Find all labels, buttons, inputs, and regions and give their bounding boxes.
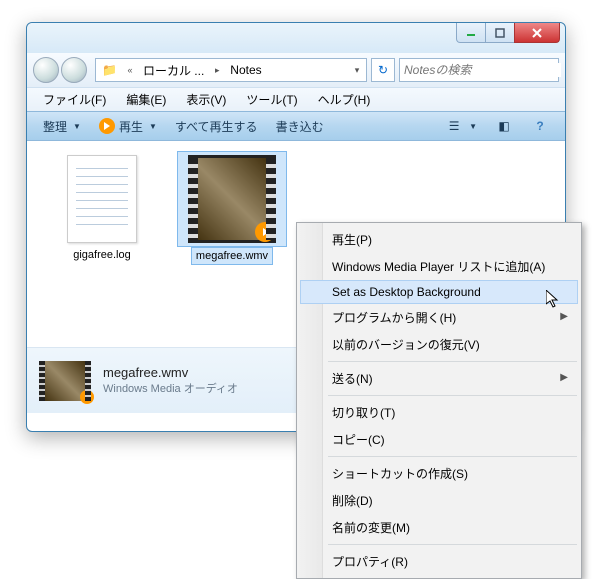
cm-delete[interactable]: 削除(D) bbox=[300, 487, 578, 514]
chevron-down-icon: ▼ bbox=[149, 122, 157, 131]
menu-edit[interactable]: 編集(E) bbox=[118, 89, 174, 110]
chevron-down-icon: ▼ bbox=[469, 122, 477, 131]
text-file-icon bbox=[67, 155, 137, 243]
help-button[interactable]: ? bbox=[523, 115, 557, 137]
title-bar[interactable] bbox=[27, 23, 565, 53]
cm-properties[interactable]: プロパティ(R) bbox=[300, 548, 578, 575]
context-menu: 再生(P) Windows Media Player リストに追加(A) Set… bbox=[296, 222, 582, 579]
search-box[interactable] bbox=[399, 58, 559, 82]
chevron-down-icon[interactable]: ▾ bbox=[350, 65, 364, 76]
play-button[interactable]: 再生 ▼ bbox=[91, 116, 165, 137]
burn-label: 書き込む bbox=[276, 118, 324, 135]
nav-row: 📁 « ローカル ... ▸ Notes ▾ ↻ bbox=[27, 53, 565, 87]
folder-icon: 📁 bbox=[98, 59, 121, 81]
back-button[interactable] bbox=[33, 57, 59, 83]
minimize-button[interactable] bbox=[456, 23, 486, 43]
details-subtitle: Windows Media オーディオ bbox=[103, 382, 238, 397]
organize-button[interactable]: 整理 ▼ bbox=[35, 116, 89, 137]
organize-label: 整理 bbox=[43, 118, 67, 135]
video-file-icon bbox=[188, 155, 276, 243]
cm-open-with[interactable]: プログラムから開く(H) ▶ bbox=[300, 304, 578, 331]
playall-label: すべて再生する bbox=[175, 118, 258, 135]
chevron-down-icon: ▼ bbox=[73, 122, 81, 131]
cm-send-to-label: 送る(N) bbox=[332, 372, 373, 386]
file-item-wmv[interactable]: megafree.wmv bbox=[177, 151, 287, 337]
play-icon bbox=[99, 118, 115, 134]
cursor-icon bbox=[546, 290, 562, 310]
menu-tools[interactable]: ツール(T) bbox=[238, 89, 305, 110]
search-input[interactable] bbox=[404, 63, 561, 77]
view-options-button[interactable]: ☰▼ bbox=[437, 115, 485, 137]
toolbar: 整理▼ 再生▼ すべて再生する 書き込む ☰▼ ◧ ? bbox=[27, 111, 565, 141]
file-item-log[interactable]: gigafree.log bbox=[47, 151, 157, 337]
burn-button[interactable]: 書き込む bbox=[268, 116, 332, 137]
submenu-arrow-icon: ▶ bbox=[560, 372, 568, 383]
file-name: gigafree.log bbox=[69, 247, 135, 263]
help-icon: ? bbox=[531, 117, 549, 135]
refresh-button[interactable]: ↻ bbox=[371, 58, 395, 82]
separator bbox=[328, 395, 577, 396]
breadcrumb-seg-1[interactable]: ローカル ... bbox=[139, 59, 208, 81]
chevron-right-icon[interactable]: ▸ bbox=[210, 65, 224, 76]
submenu-arrow-icon: ▶ bbox=[560, 311, 568, 322]
cm-create-shortcut[interactable]: ショートカットの作成(S) bbox=[300, 460, 578, 487]
play-overlay-icon bbox=[80, 390, 94, 404]
cm-send-to[interactable]: 送る(N) ▶ bbox=[300, 365, 578, 392]
separator bbox=[328, 544, 577, 545]
play-overlay-icon bbox=[255, 222, 275, 242]
cm-restore-previous[interactable]: 以前のバージョンの復元(V) bbox=[300, 331, 578, 358]
separator bbox=[328, 456, 577, 457]
breadcrumb-seg-2[interactable]: Notes bbox=[226, 59, 265, 81]
details-title: megafree.wmv bbox=[103, 364, 238, 382]
pane-icon: ◧ bbox=[495, 117, 513, 135]
menu-view[interactable]: 表示(V) bbox=[178, 89, 234, 110]
close-button[interactable] bbox=[514, 23, 560, 43]
chevron-right-icon[interactable]: « bbox=[123, 65, 137, 75]
play-label: 再生 bbox=[119, 118, 143, 135]
cm-copy[interactable]: コピー(C) bbox=[300, 426, 578, 453]
file-name: megafree.wmv bbox=[191, 247, 273, 265]
cm-set-desktop-background[interactable]: Set as Desktop Background bbox=[300, 280, 578, 304]
details-thumbnail bbox=[39, 361, 91, 401]
preview-pane-button[interactable]: ◧ bbox=[487, 115, 521, 137]
cm-rename[interactable]: 名前の変更(M) bbox=[300, 514, 578, 541]
separator bbox=[328, 361, 577, 362]
view-icon: ☰ bbox=[445, 117, 463, 135]
menu-bar: ファイル(F) 編集(E) 表示(V) ツール(T) ヘルプ(H) bbox=[27, 87, 565, 111]
menu-file[interactable]: ファイル(F) bbox=[35, 89, 114, 110]
cm-cut[interactable]: 切り取り(T) bbox=[300, 399, 578, 426]
cm-open-with-label: プログラムから開く(H) bbox=[332, 311, 456, 325]
playall-button[interactable]: すべて再生する bbox=[167, 116, 266, 137]
menu-help[interactable]: ヘルプ(H) bbox=[310, 89, 379, 110]
cm-play[interactable]: 再生(P) bbox=[300, 226, 578, 253]
cm-add-wmp-list[interactable]: Windows Media Player リストに追加(A) bbox=[300, 253, 578, 280]
address-bar[interactable]: 📁 « ローカル ... ▸ Notes ▾ bbox=[95, 58, 367, 82]
maximize-button[interactable] bbox=[485, 23, 515, 43]
forward-button[interactable] bbox=[61, 57, 87, 83]
